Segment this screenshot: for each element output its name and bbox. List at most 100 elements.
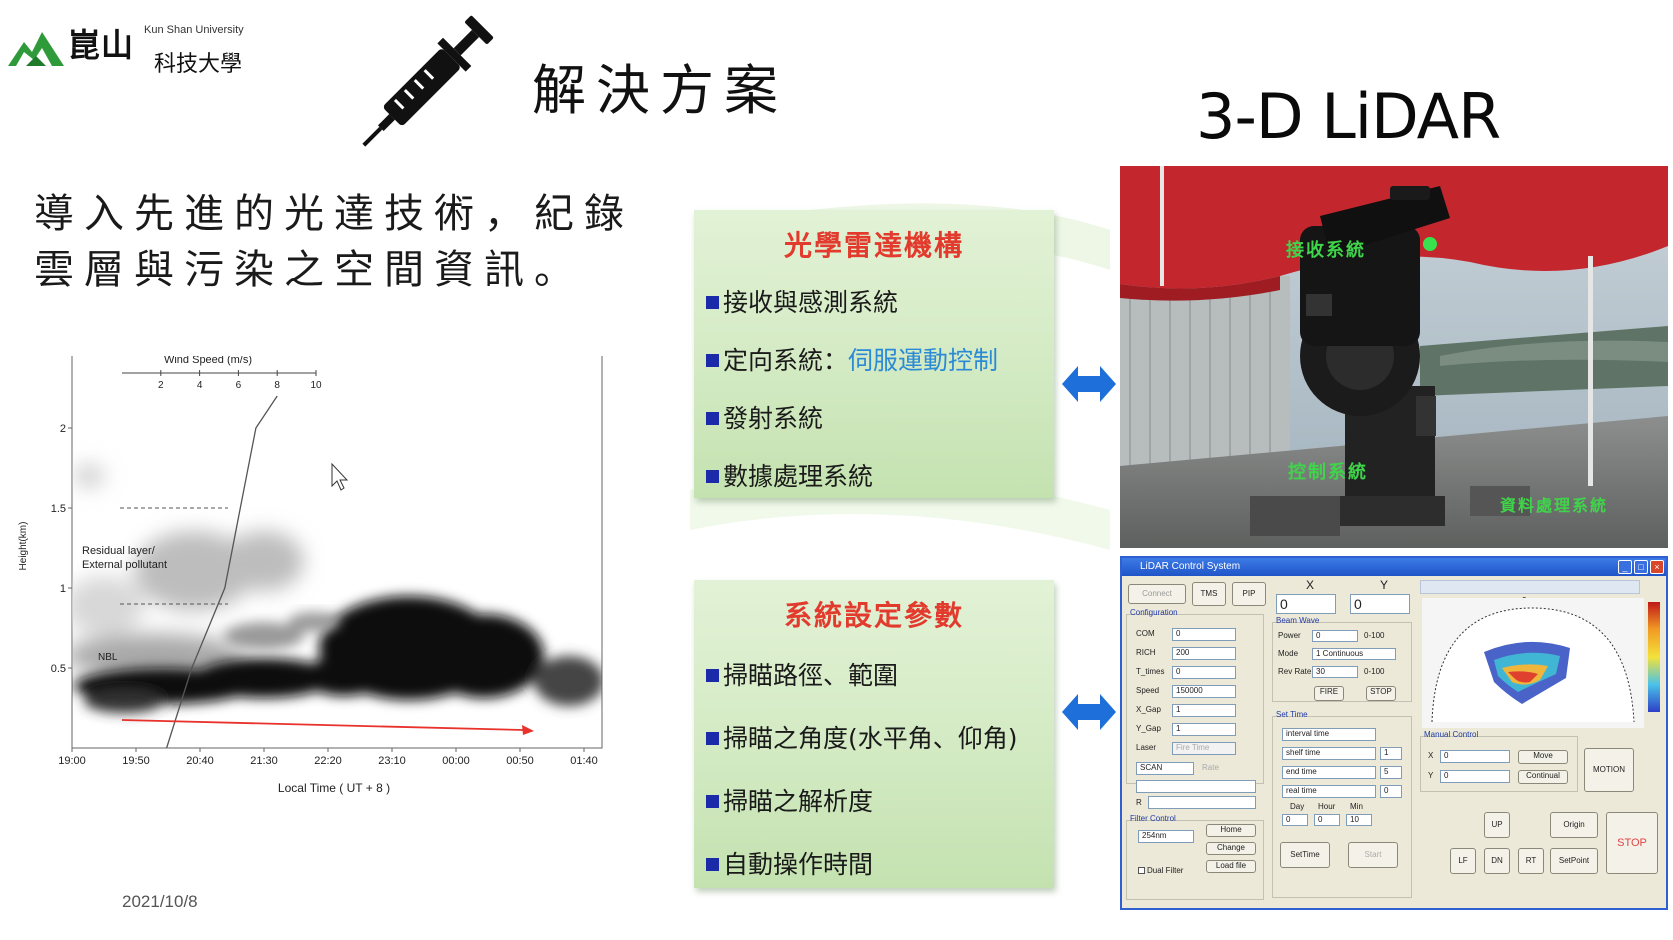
- settime-row-value[interactable]: 1: [1380, 747, 1402, 760]
- slide-title: 解決方案: [532, 59, 788, 122]
- manual-row-field[interactable]: 0: [1440, 770, 1510, 783]
- x-tick-label: 01:40: [570, 755, 598, 767]
- annotation-nbl: NBL: [98, 652, 118, 663]
- pip-button[interactable]: PIP: [1232, 582, 1266, 606]
- config-row-field[interactable]: 0: [1172, 666, 1236, 679]
- beam-row-range: 0-100: [1364, 667, 1385, 676]
- tms-button[interactable]: TMS: [1192, 582, 1226, 606]
- x-position-field[interactable]: 0: [1276, 594, 1336, 614]
- bullet-icon: [706, 731, 719, 745]
- down-button[interactable]: DN: [1484, 848, 1510, 874]
- panel-2-item-text: 自動操作時間: [723, 850, 874, 879]
- manual-row-field[interactable]: 0: [1440, 750, 1510, 763]
- settime-row-field[interactable]: shelf time: [1282, 747, 1376, 760]
- annotation-external-pollutant: External pollutant: [82, 559, 167, 571]
- beam-row-field[interactable]: 30: [1312, 666, 1358, 678]
- lidar-backscatter-chart: 19:00 19:50 20:40 21:30 22:20 23:10 00:00 00:50…: [18, 356, 603, 795]
- bullet-icon: [706, 411, 719, 425]
- scan-preview-toolbar: [1420, 580, 1640, 594]
- manual-row-label: X: [1428, 751, 1434, 760]
- r-field[interactable]: [1148, 796, 1256, 809]
- photo-scene: [1120, 166, 1668, 548]
- panel-1-item: 發射系統: [694, 390, 1054, 448]
- settime-row-field[interactable]: real time: [1282, 785, 1376, 798]
- beam-row-field[interactable]: 0: [1312, 630, 1358, 642]
- panel-2-item: 掃瞄之解析度: [694, 770, 1054, 833]
- logo-chinese-main: 崑山: [68, 26, 135, 64]
- y-position-field[interactable]: 0: [1350, 594, 1410, 614]
- intro-text: 導入先進的光達技術，紀錄 雲層與污染之空間資訊。: [34, 186, 684, 298]
- scan-select[interactable]: SCAN: [1136, 762, 1194, 775]
- settime-row-field[interactable]: end time: [1282, 766, 1376, 779]
- config-row-field[interactable]: 1: [1172, 704, 1236, 717]
- mountain-logo-icon: [8, 32, 64, 66]
- settime-row-field[interactable]: interval time: [1282, 728, 1376, 741]
- bullet-icon: [706, 353, 719, 367]
- wind-tick-label: 4: [197, 380, 203, 391]
- beam-stop-button[interactable]: STOP: [1366, 686, 1396, 701]
- wind-tick-label: 6: [236, 380, 242, 391]
- config-row-label: COM: [1136, 629, 1155, 638]
- filter-loadfile-button[interactable]: Load file: [1206, 860, 1256, 873]
- maximize-icon[interactable]: □: [1634, 560, 1648, 574]
- config-row-field[interactable]: 200: [1172, 647, 1236, 660]
- motion-button[interactable]: MOTION: [1584, 748, 1634, 792]
- hour-field[interactable]: 0: [1314, 814, 1340, 826]
- panel-1-item: 數據處理系統: [694, 448, 1054, 506]
- lidar-title: 3-D LiDAR: [1196, 80, 1501, 153]
- photo-label-data: 資料處理系統: [1500, 496, 1609, 515]
- x-tick-label: 19:00: [58, 755, 86, 767]
- hour-label: Hour: [1318, 802, 1336, 811]
- filter-change-button[interactable]: Change: [1206, 842, 1256, 855]
- scan-value-field[interactable]: [1136, 780, 1256, 793]
- fire-button[interactable]: FIRE: [1314, 686, 1344, 701]
- config-row-field[interactable]: Fire Time: [1172, 742, 1236, 755]
- beam-row-field[interactable]: 1 Continuous: [1312, 648, 1396, 660]
- settime-button[interactable]: SetTime: [1280, 842, 1330, 868]
- settime-row-value[interactable]: 5: [1380, 766, 1402, 779]
- config-row-label: T_times: [1136, 667, 1165, 676]
- double-arrow-icon: [1062, 366, 1116, 402]
- panel-1-item-text: 定向系統：: [723, 346, 849, 375]
- config-row-field[interactable]: 1: [1172, 723, 1236, 736]
- right-button[interactable]: RT: [1518, 848, 1544, 874]
- settime-row-value[interactable]: 0: [1380, 785, 1402, 798]
- left-button[interactable]: LF: [1450, 848, 1476, 874]
- bullet-icon: [706, 857, 719, 871]
- y-tick-label: 2: [60, 423, 66, 435]
- bullet-icon: [706, 668, 719, 682]
- x-tick-label: 21:30: [250, 755, 278, 767]
- panel-2-item-text: 掃瞄之角度(水平角、仰角): [723, 724, 1018, 753]
- manual-row-button[interactable]: Move: [1518, 750, 1568, 764]
- panel-1-item-text: 數據處理系統: [723, 462, 874, 491]
- wind-speed-label: Wind Speed (m/s): [164, 356, 252, 366]
- config-row-field[interactable]: 150000: [1172, 685, 1236, 698]
- system-settings-panel: 系統設定參數 掃瞄路徑、範圍 掃瞄之角度(水平角、仰角) 掃瞄之解析度 自動操作…: [694, 580, 1054, 888]
- r-label: R: [1136, 798, 1142, 807]
- manual-row-button[interactable]: Continual: [1518, 770, 1568, 784]
- manual-row-label: Y: [1428, 771, 1434, 780]
- panel-2-item-text: 掃瞄之解析度: [723, 787, 874, 816]
- setpoint-button[interactable]: SetPoint: [1550, 848, 1598, 874]
- origin-button[interactable]: Origin: [1550, 812, 1598, 838]
- start-button[interactable]: Start: [1348, 842, 1398, 868]
- config-row-field[interactable]: 0: [1172, 628, 1236, 641]
- settime-title: Set Time: [1276, 710, 1308, 719]
- dual-filter-checkbox[interactable]: Dual Filter: [1138, 866, 1183, 875]
- connect-button[interactable]: Connect: [1128, 584, 1186, 604]
- day-field[interactable]: 0: [1282, 814, 1308, 826]
- panel-2-item: 自動操作時間: [694, 833, 1054, 896]
- filter-home-button[interactable]: Home: [1206, 824, 1256, 837]
- y-tick-label: 1.5: [51, 503, 66, 515]
- panel-2-item: 掃瞄之角度(水平角、仰角): [694, 707, 1054, 770]
- y-tick-label: 1: [60, 583, 66, 595]
- min-field[interactable]: 10: [1346, 814, 1372, 826]
- filter-select[interactable]: 254nm: [1138, 830, 1194, 843]
- minimize-icon[interactable]: _: [1618, 560, 1632, 574]
- close-icon[interactable]: ×: [1650, 560, 1664, 574]
- wind-tick-label: 10: [310, 380, 322, 391]
- wind-tick-label: 8: [274, 380, 280, 391]
- up-button[interactable]: UP: [1484, 812, 1510, 838]
- optical-radar-mechanism-panel: 光學雷達機構 接收與感測系統 定向系統：伺服運動控制 發射系統 數據處理系統: [694, 210, 1054, 498]
- app-stop-button[interactable]: STOP: [1606, 812, 1658, 874]
